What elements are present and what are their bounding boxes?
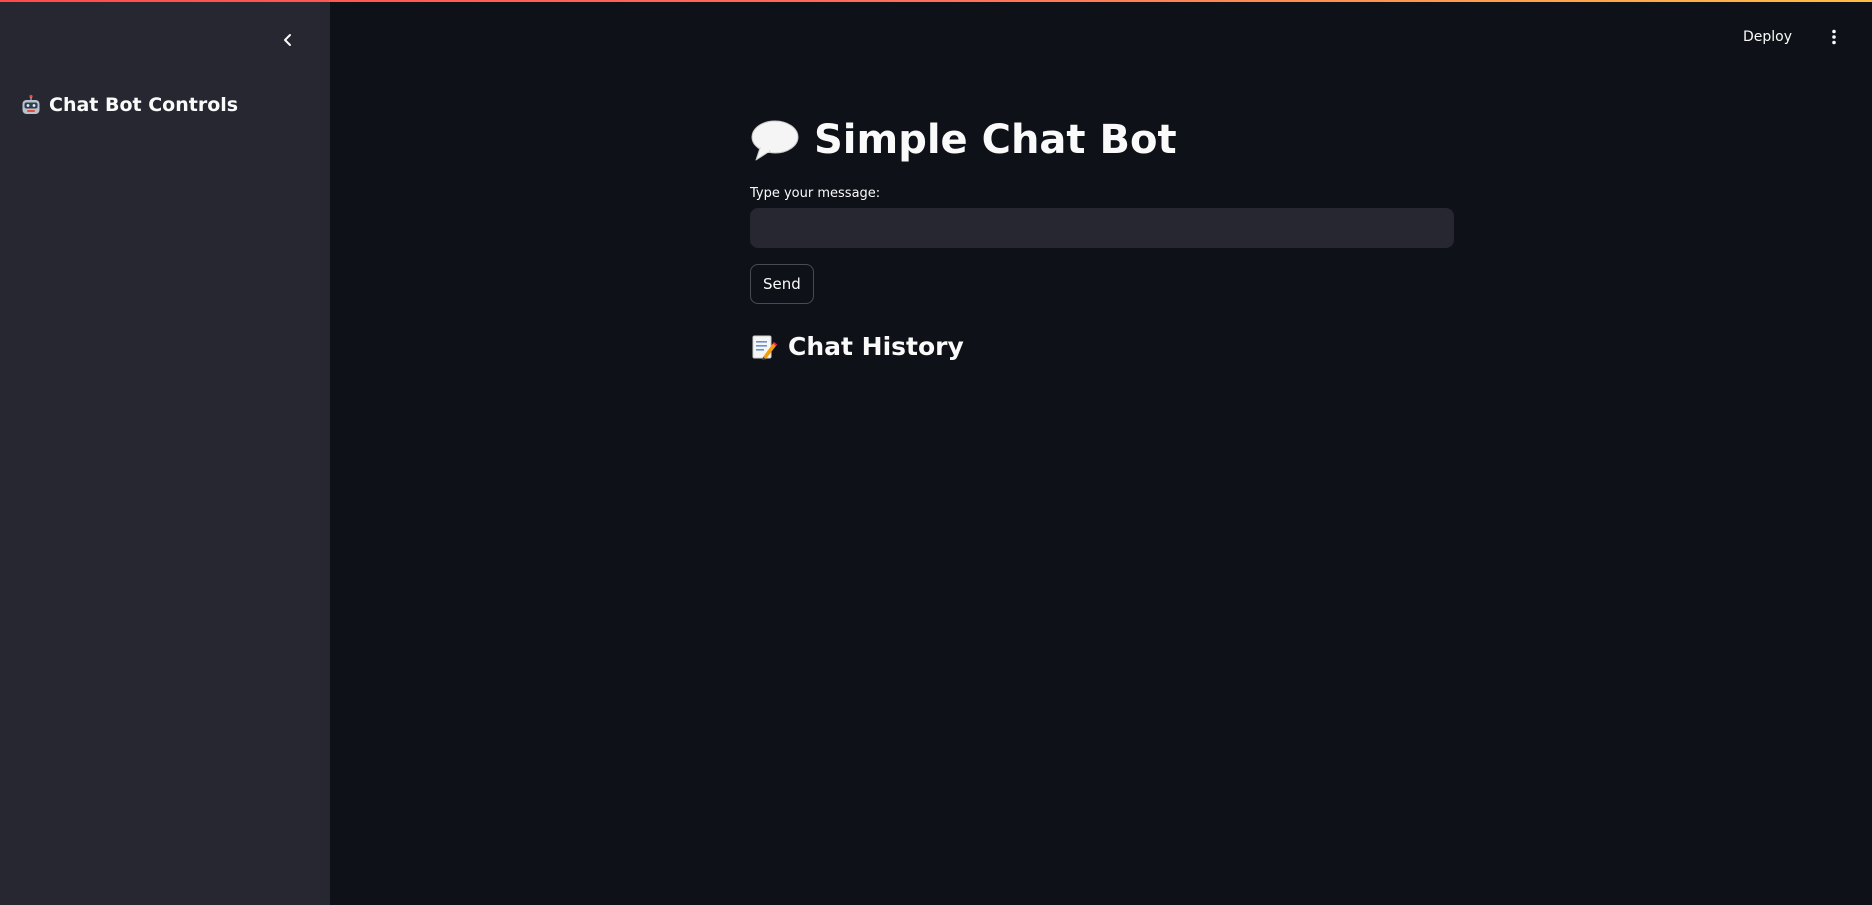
sidebar-title: Chat Bot Controls (20, 94, 238, 116)
main-content: Simple Chat Bot Type your message: Send … (750, 112, 1454, 382)
sidebar-title-text: Chat Bot Controls (49, 94, 239, 116)
message-input-label: Type your message: (750, 186, 881, 201)
memo-emoji-icon (750, 333, 778, 361)
main-menu-button[interactable] (1826, 25, 1842, 49)
chevron-left-icon (284, 34, 291, 46)
collapse-sidebar-button[interactable] (276, 28, 300, 52)
vertical-dots-icon (1832, 29, 1836, 45)
main-area: Deploy Simple Chat Bot Type your message… (330, 0, 1872, 905)
speech-balloon-emoji-icon (750, 118, 800, 162)
chat-history-heading-text: Chat History (788, 332, 964, 361)
deploy-button[interactable]: Deploy (1737, 25, 1798, 49)
sidebar: Chat Bot Controls (0, 0, 330, 905)
chat-history-heading: Chat History (750, 332, 1454, 361)
message-input[interactable] (750, 208, 1454, 248)
send-button[interactable]: Send (750, 264, 814, 304)
top-decoration-stripe (0, 0, 1872, 2)
page-title-text: Simple Chat Bot (814, 117, 1177, 163)
page-title: Simple Chat Bot (750, 112, 1454, 168)
robot-emoji-icon (20, 94, 42, 116)
